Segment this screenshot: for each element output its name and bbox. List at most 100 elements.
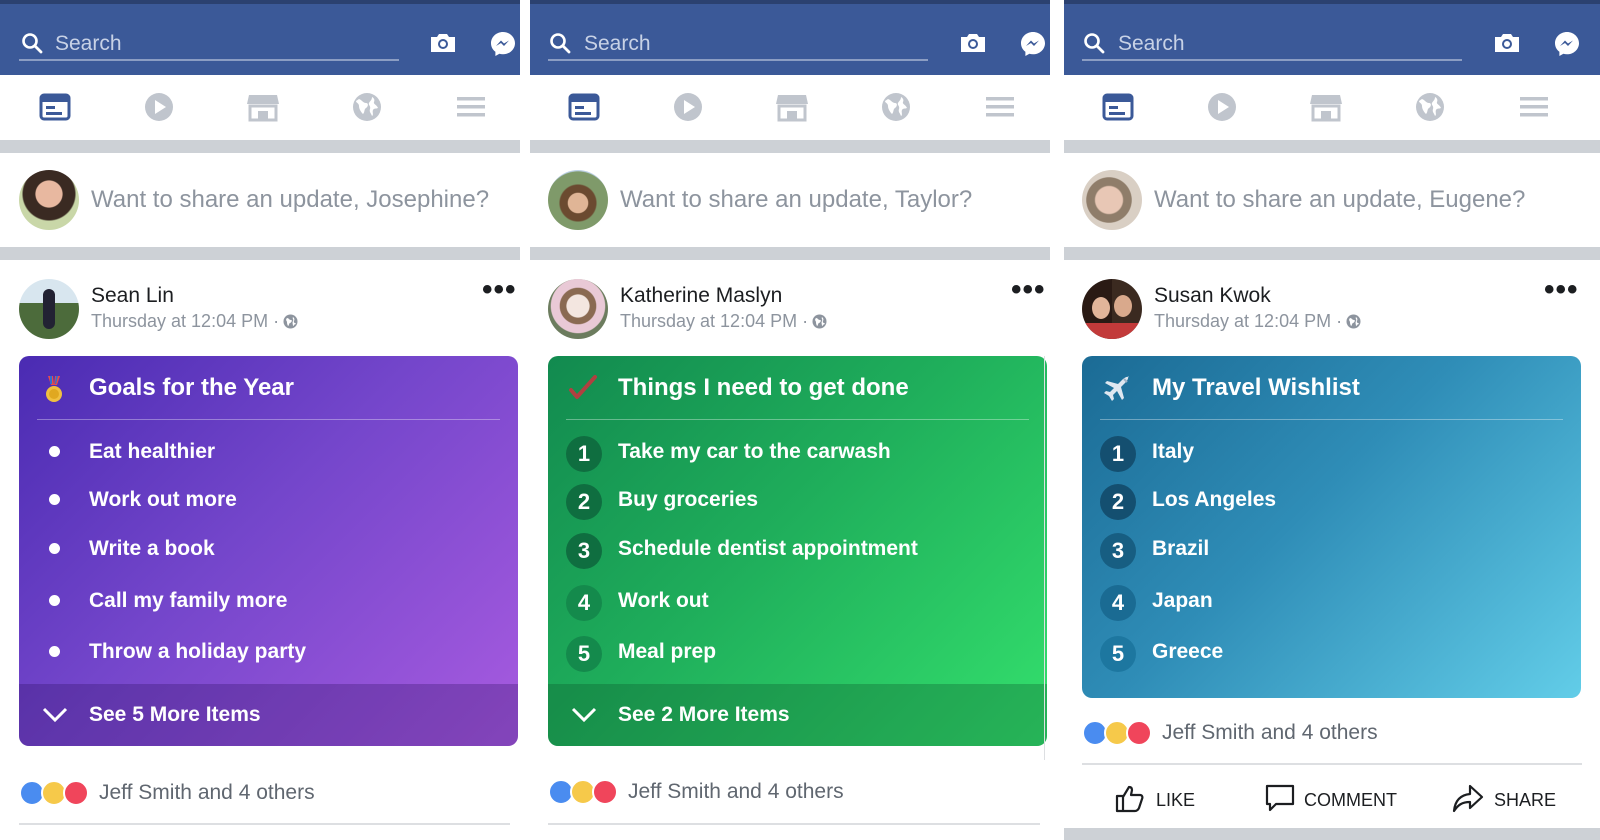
list-number: 2 [566,484,602,520]
list-item-text: Throw a holiday party [89,640,307,663]
composer-input[interactable]: Want to share an update, Taylor? [620,186,972,214]
list-item-text: Japan [1152,589,1213,612]
composer-input[interactable]: Want to share an update, Eugene? [1154,186,1525,214]
separator [1064,828,1600,840]
separator [0,247,520,260]
like-button[interactable]: LIKE [1114,782,1224,818]
post-author[interactable]: Susan Kwok [1154,284,1271,308]
messenger-icon[interactable] [1018,29,1048,59]
post-more-button[interactable]: ••• [1544,275,1579,305]
camera-icon[interactable] [958,30,988,56]
list-item-text: Take my car to the carwash [618,440,891,463]
camera-icon[interactable] [1492,30,1522,56]
phone-screen-2: Search Want to share an update, Taylor? … [530,0,1050,840]
list-card[interactable]: Goals for the Year Eat healthier Work ou… [19,356,518,746]
see-more-button[interactable]: See 5 More Items [19,684,518,746]
screen-divider [1044,356,1045,760]
menu-icon[interactable] [983,91,1017,123]
reaction-icons[interactable] [1082,720,1152,746]
messenger-icon[interactable] [488,29,518,59]
messenger-icon[interactable] [1552,29,1582,59]
avatar[interactable] [548,170,608,230]
card-title: Goals for the Year [89,374,294,401]
avatar[interactable] [19,279,79,339]
list-item: 2 Buy groceries [548,482,1047,522]
search-icon[interactable] [21,32,43,54]
comment-label: COMMENT [1304,790,1397,810]
top-bar: Search [0,0,520,75]
composer-input[interactable]: Want to share an update, Josephine? [91,186,489,214]
search-underline [548,59,928,61]
reactions-summary[interactable]: Jeff Smith and 4 others [1162,721,1378,745]
camera-icon[interactable] [428,30,458,56]
card-header: My Travel Wishlist [1082,356,1581,420]
search-icon[interactable] [549,32,571,54]
menu-icon[interactable] [1517,91,1551,123]
medal-icon [46,376,62,402]
post-time-text: Thursday at 12:04 PM · [91,311,280,331]
reactions-summary[interactable]: Jeff Smith and 4 others [628,780,844,804]
love-reaction-icon [592,779,618,805]
list-item: Throw a holiday party [19,634,518,674]
video-icon[interactable] [1205,91,1239,123]
nav-bar [530,75,1050,140]
news-feed-icon[interactable] [38,91,72,123]
reaction-icons[interactable] [548,779,618,805]
list-item: 1 Italy [1082,434,1581,474]
marketplace-icon[interactable] [775,91,809,123]
separator [19,823,510,825]
post-author[interactable]: Sean Lin [91,284,174,308]
list-card[interactable]: My Travel Wishlist 1 Italy 2 Los Angeles 3… [1082,356,1581,698]
share-button[interactable]: SHARE [1452,782,1562,818]
search-input[interactable]: Search [1118,32,1185,56]
search-input[interactable]: Search [55,32,122,56]
love-reaction-icon [1126,720,1152,746]
love-reaction-icon [63,780,89,806]
search-icon[interactable] [1083,32,1105,54]
globe-icon[interactable] [350,91,384,123]
list-item: 5 Meal prep [548,634,1047,674]
list-item: 3 Brazil [1082,531,1581,571]
see-more-label: See 2 More Items [618,703,790,726]
public-globe-icon [812,314,827,329]
avatar[interactable] [19,170,79,230]
post-more-button[interactable]: ••• [482,275,517,305]
see-more-button[interactable]: See 2 More Items [548,684,1047,746]
video-icon[interactable] [671,91,705,123]
video-icon[interactable] [142,91,176,123]
globe-icon[interactable] [1413,91,1447,123]
list-number: 2 [1100,484,1136,520]
comment-button[interactable]: COMMENT [1264,782,1404,818]
globe-icon[interactable] [879,91,913,123]
bullet-icon [49,494,60,505]
separator [1064,247,1600,260]
separator [530,247,1050,260]
list-item-text: Eat healthier [89,440,216,463]
bullet-icon [49,543,60,554]
nav-bar [0,75,520,140]
list-item-text: Work out more [89,488,237,511]
news-feed-icon[interactable] [1101,91,1135,123]
avatar[interactable] [548,279,608,339]
public-globe-icon [1346,314,1361,329]
avatar[interactable] [1082,170,1142,230]
checkmark-icon [569,375,597,399]
reactions-summary[interactable]: Jeff Smith and 4 others [99,781,315,805]
post-author[interactable]: Katherine Maslyn [620,284,782,308]
list-item: 2 Los Angeles [1082,482,1581,522]
avatar[interactable] [1082,279,1142,339]
menu-icon[interactable] [454,91,488,123]
card-divider [37,419,500,420]
search-underline [1082,59,1462,61]
marketplace-icon[interactable] [1309,91,1343,123]
search-input[interactable]: Search [584,32,651,56]
post-more-button[interactable]: ••• [1011,275,1046,305]
separator [0,140,520,153]
list-item-text: Greece [1152,640,1224,663]
news-feed-icon[interactable] [567,91,601,123]
reaction-icons[interactable] [19,780,89,806]
list-item: 4 Japan [1082,583,1581,623]
list-card[interactable]: Things I need to get done 1 Take my car t… [548,356,1047,746]
marketplace-icon[interactable] [246,91,280,123]
list-item: Work out more [19,482,518,522]
